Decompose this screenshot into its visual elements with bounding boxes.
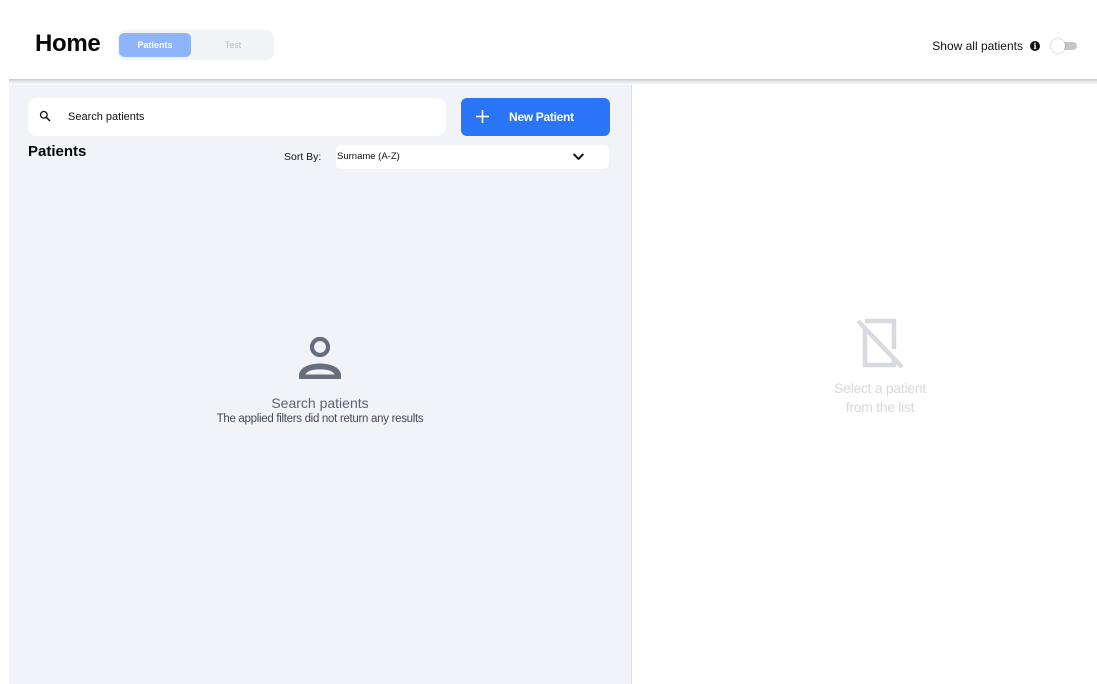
detail-empty-message: Select a patient from the list: [834, 380, 926, 415]
top-bar: Home Patients Test Show all patients i: [0, 0, 1097, 82]
view-tabs: Patients Test: [118, 30, 274, 60]
info-icon[interactable]: i: [1030, 41, 1040, 51]
new-patient-label: New Patient: [509, 110, 574, 124]
empty-state-subtitle: The applied filters did not return any r…: [216, 413, 424, 425]
search-input[interactable]: [68, 98, 438, 136]
patients-list-title: Patients: [28, 143, 87, 160]
empty-state: Search patients The applied filters did …: [9, 335, 631, 425]
no-file-icon: [856, 318, 904, 369]
search-box: [28, 98, 446, 136]
toggle-knob: [1051, 39, 1065, 53]
empty-state-title: Search patients: [271, 395, 369, 411]
page-title: Home: [35, 30, 101, 57]
search-icon: [39, 110, 51, 122]
show-all-patients-label: Show all patients: [932, 39, 1023, 53]
detail-empty-state: Select a patient from the list: [632, 315, 1097, 417]
chevron-down-icon: [573, 153, 584, 160]
show-all-patients-toggle[interactable]: [1051, 39, 1077, 53]
tab-patients[interactable]: Patients: [119, 33, 191, 57]
new-patient-button[interactable]: New Patient: [461, 98, 610, 136]
tab-test[interactable]: Test: [196, 33, 270, 57]
show-all-patients-control: Show all patients i: [932, 36, 1077, 56]
sort-selected-value: Surname (A-Z): [337, 151, 400, 162]
person-icon: [299, 336, 341, 379]
sort-label: Sort By:: [284, 151, 322, 163]
patient-detail-panel: Select a patient from the list: [632, 85, 1097, 684]
patients-panel: New Patient Patients Sort By: Surname (A…: [9, 85, 632, 684]
plus-icon: [476, 110, 489, 123]
sort-select[interactable]: Surname (A-Z): [336, 145, 609, 169]
